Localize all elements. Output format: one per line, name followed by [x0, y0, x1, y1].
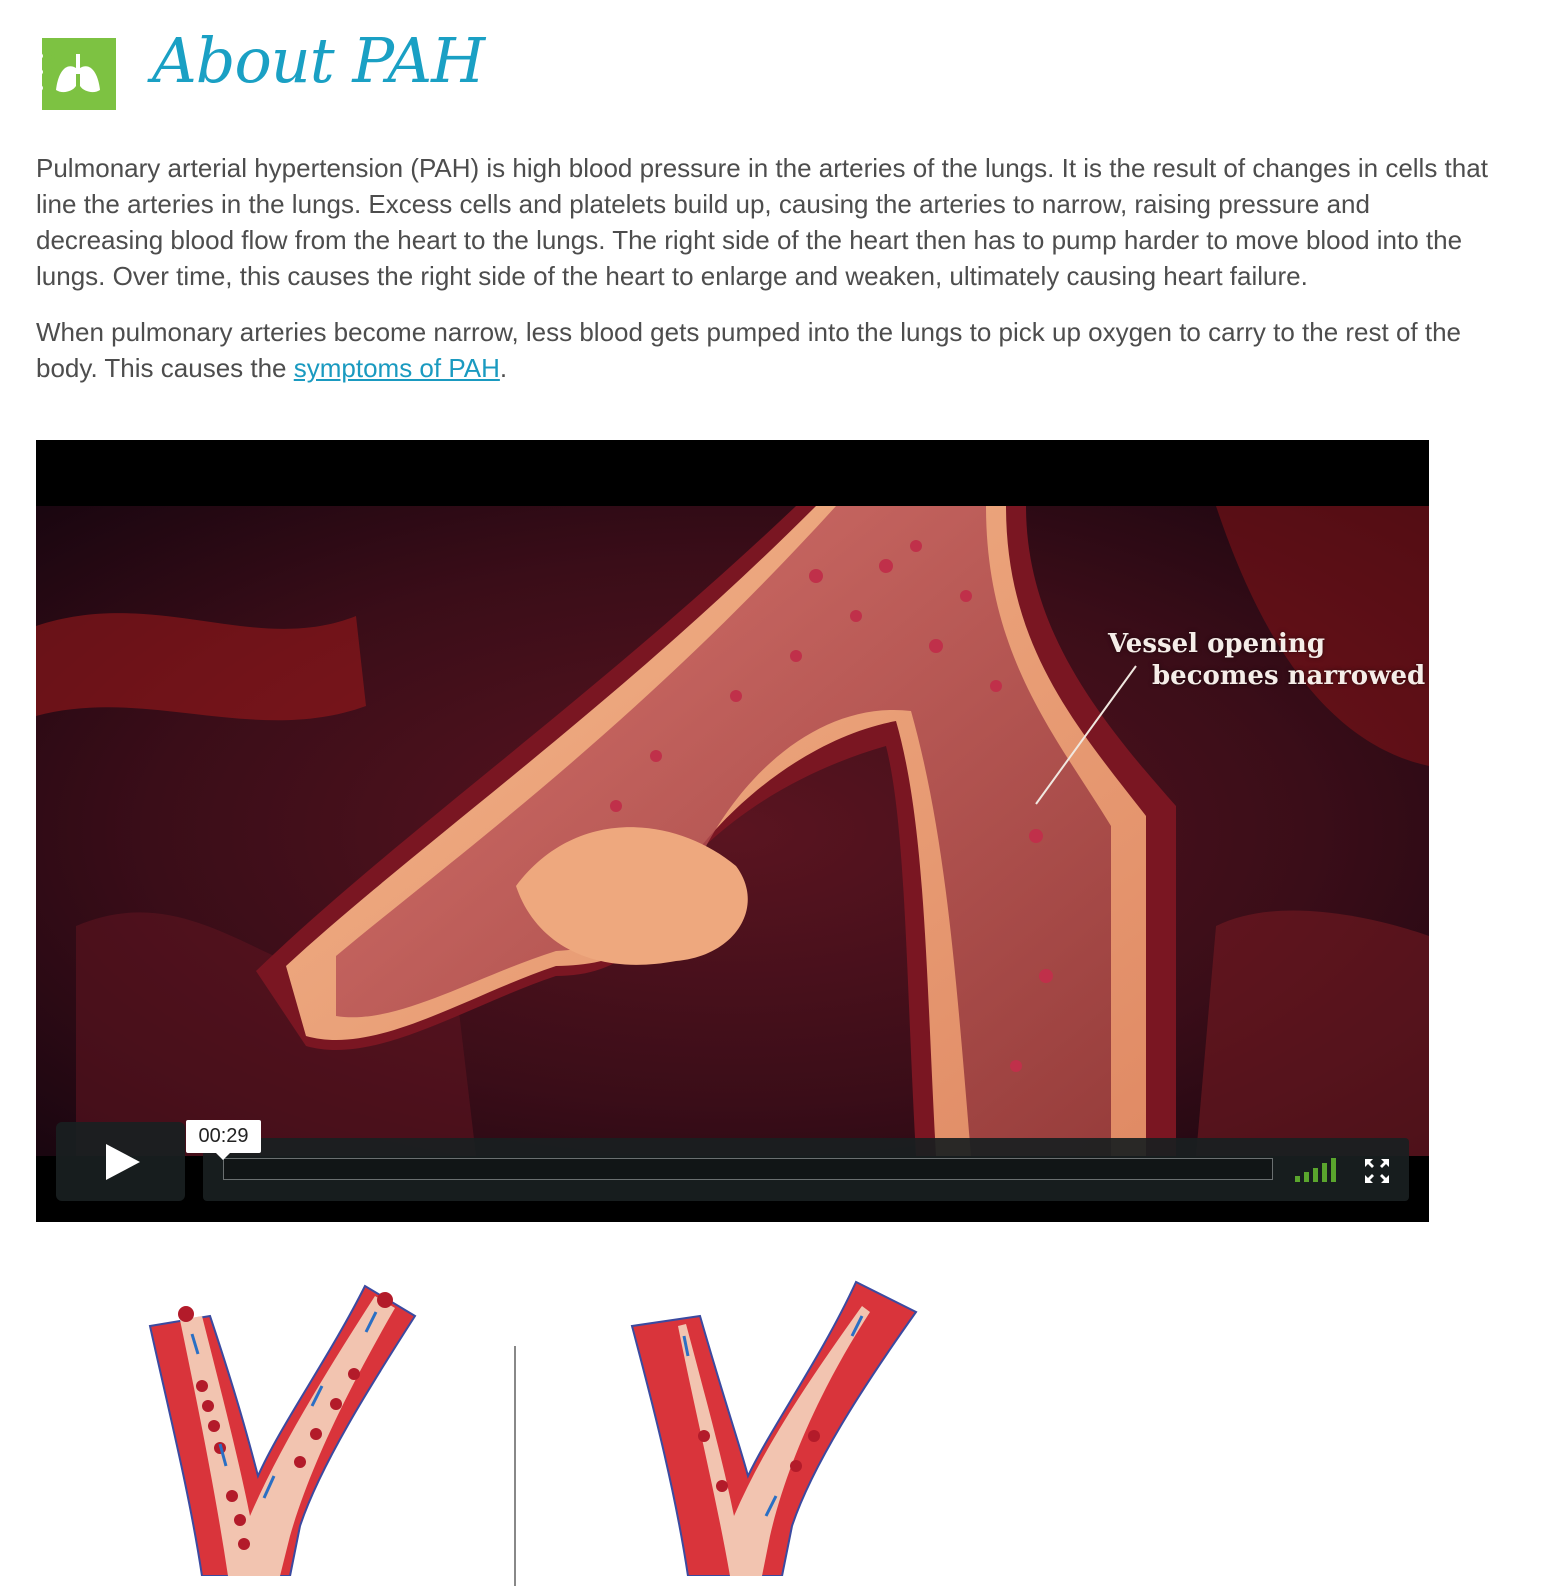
progress-bar[interactable]	[223, 1158, 1273, 1180]
page-header: About PAH	[36, 24, 836, 120]
symptoms-link[interactable]: symptoms of PAH	[294, 353, 500, 383]
page-title: About PAH	[152, 24, 485, 97]
intro-paragraph-2-text: When pulmonary arteries become narrow, l…	[36, 317, 1461, 383]
intro-paragraph-2: When pulmonary arteries become narrow, l…	[36, 314, 1496, 386]
intro-paragraph-2-end: .	[499, 353, 508, 383]
intro-paragraph-1: Pulmonary arterial hypertension (PAH) is…	[36, 153, 1488, 291]
time-tooltip: 00:29	[186, 1120, 261, 1160]
video-caption-line-2: becomes narrowed	[1152, 661, 1426, 691]
page: About PAH Pulmonary arterial hypertensio…	[0, 0, 1546, 1586]
normal-artery-illustration	[148, 1284, 417, 1576]
video-frame-artery	[36, 506, 1429, 1156]
play-icon	[106, 1144, 140, 1180]
play-button[interactable]	[56, 1122, 185, 1201]
lungs-notebook-icon	[37, 38, 116, 110]
narrowed-artery-illustration	[630, 1280, 918, 1576]
video-caption: Vessel opening becomes narrowed	[1108, 628, 1425, 692]
volume-bars-icon[interactable]	[1295, 1158, 1345, 1182]
video-control-bar	[203, 1138, 1409, 1201]
artery-diagrams	[0, 1250, 1546, 1586]
intro-text: Pulmonary arterial hypertension (PAH) is…	[36, 150, 1496, 406]
video-player[interactable]: Vessel opening becomes narrowed 00:29	[36, 440, 1429, 1222]
video-caption-line-1: Vessel opening	[1108, 629, 1326, 659]
diagram-divider	[514, 1346, 516, 1586]
fullscreen-icon[interactable]	[1363, 1157, 1391, 1185]
